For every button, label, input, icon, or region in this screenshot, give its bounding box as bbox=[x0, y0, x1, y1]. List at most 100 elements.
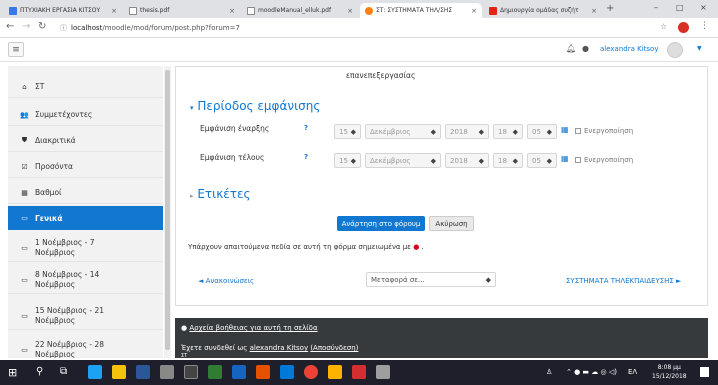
sidebar-item-week-1[interactable]: ▭ 1 Νοέμβριος - 7 Νοέμβριος bbox=[8, 234, 163, 262]
pdf-icon bbox=[247, 6, 255, 15]
end-enable-checkbox[interactable]: Ενεργοποίηση bbox=[575, 156, 633, 164]
page-footer: ● Αρχεία βοήθειας για αυτή τη σελίδα Έχε… bbox=[175, 318, 708, 359]
amazon-icon[interactable] bbox=[184, 365, 198, 379]
end-year-select[interactable]: 2018 ◆ bbox=[445, 153, 489, 168]
pdf-icon bbox=[129, 6, 137, 15]
app-icon[interactable] bbox=[208, 365, 222, 379]
tray-icons[interactable]: ⌃ ● ▬ ☁ ◎ ◁) bbox=[566, 368, 617, 376]
notifications-icon[interactable] bbox=[700, 367, 709, 377]
edge-icon[interactable] bbox=[88, 365, 102, 379]
browser-tab-youtube[interactable]: Δημιουργία ομάδας συζήτ × bbox=[484, 3, 602, 18]
browser-tab-thesis-doc[interactable]: ΠΤΥΧΙΑΚΗ ΕΡΓΑΣΙΑ ΚΙΤΣΟΥ × bbox=[4, 3, 122, 18]
site-navbar: ≡ 🔔︎ ● alexandra Kitsoy ▼ bbox=[0, 38, 718, 62]
windows-start-icon[interactable]: ⊞ bbox=[8, 366, 17, 379]
sidebar-item-competencies[interactable]: ☑ Προσόντα bbox=[8, 156, 163, 178]
browser-tab-forum-active[interactable]: ΣΤ: ΣΥΣΤΗΜΑΤΑ ΤΗΛ/ΣΗΣ × bbox=[360, 3, 482, 18]
browser-tab-moodle-manual[interactable]: moodleManual_elluk.pdf × bbox=[242, 3, 358, 18]
help-docs-link[interactable]: ● Αρχεία βοήθειας για αυτή τη σελίδα bbox=[181, 324, 318, 332]
checkbox-icon: ☑ bbox=[21, 162, 28, 171]
docs-icon bbox=[9, 6, 17, 15]
file-explorer-icon[interactable] bbox=[328, 365, 342, 379]
bell-icon[interactable]: 🔔︎ bbox=[566, 44, 576, 53]
tags-section-header[interactable]: ▸ Ετικέτες bbox=[190, 187, 251, 201]
sidebar-item-course[interactable]: ⌂ ΣΤ bbox=[8, 76, 163, 98]
new-tab-button[interactable]: + bbox=[606, 3, 614, 14]
maximize-icon[interactable]: □ bbox=[676, 3, 684, 12]
sidebar-item-week-4[interactable]: ▭ 22 Νοέμβριος - 28 Νοέμβριος bbox=[8, 336, 163, 358]
word-icon[interactable] bbox=[136, 365, 150, 379]
window-close-icon[interactable]: × bbox=[700, 3, 707, 12]
address-bar-row: ← → ↻ ⓘ localhost/moodle/mod/forum/post.… bbox=[0, 18, 718, 38]
help-icon[interactable]: ? bbox=[304, 124, 308, 132]
sidebar-scrollbar-thumb[interactable] bbox=[165, 70, 170, 350]
chevron-down-icon: ▾ bbox=[190, 104, 194, 112]
post-form: επανεπεξεργασίας ▾ Περίοδος εμφάνισης Εμ… bbox=[175, 66, 708, 306]
url-field[interactable]: ⓘ localhost/moodle/mod/forum/post.php?fo… bbox=[60, 21, 600, 35]
calendar-icon[interactable]: ▦ bbox=[561, 125, 569, 134]
close-tab-icon[interactable]: × bbox=[107, 7, 117, 15]
sidebar-item-badges[interactable]: ⛊ Διακριτικά bbox=[8, 130, 163, 152]
app-icon[interactable] bbox=[280, 365, 294, 379]
close-tab-icon[interactable]: × bbox=[343, 7, 353, 15]
app-icon[interactable] bbox=[160, 365, 174, 379]
pen-icon[interactable] bbox=[376, 365, 390, 379]
start-enable-checkbox[interactable]: Ενεργοποίηση bbox=[575, 127, 633, 135]
task-view-icon[interactable]: ⧉ bbox=[60, 366, 67, 377]
mail-icon[interactable] bbox=[232, 365, 246, 379]
close-tab-icon[interactable]: × bbox=[225, 7, 235, 15]
sidebar-item-general[interactable]: ▭ Γενικά bbox=[8, 206, 163, 230]
shield-icon: ⛊ bbox=[21, 136, 28, 144]
star-icon[interactable]: ☆ bbox=[660, 22, 667, 31]
search-icon[interactable]: ⚲ bbox=[36, 366, 43, 377]
user-menu-name[interactable]: alexandra Kitsoy bbox=[600, 45, 658, 53]
extension-icon[interactable] bbox=[678, 22, 689, 33]
browser-menu-icon[interactable]: ⋮ bbox=[700, 21, 709, 31]
hamburger-icon[interactable]: ≡ bbox=[8, 42, 24, 57]
chevron-down-icon[interactable]: ▼ bbox=[697, 45, 702, 52]
browser-tab-thesis-pdf[interactable]: thesis.pdf × bbox=[124, 3, 240, 18]
sidebar-item-week-2[interactable]: ▭ 8 Νοέμβριος - 14 Νοέμβριος bbox=[8, 266, 163, 294]
minimize-icon[interactable]: – bbox=[654, 3, 658, 12]
language-indicator[interactable]: ΕΛ bbox=[628, 368, 637, 376]
back-icon[interactable]: ← bbox=[6, 21, 14, 32]
sidebar-item-week-3[interactable]: ▭ 15 Νοέμβριος - 21 Νοέμβριος bbox=[8, 302, 163, 330]
required-fields-note: Υπάρχουν απαιτούμενα πεδία σε αυτή τη φό… bbox=[188, 243, 424, 251]
app-icon[interactable] bbox=[352, 365, 366, 379]
avatar[interactable] bbox=[667, 42, 683, 58]
chat-icon[interactable]: ● bbox=[582, 44, 589, 53]
previous-activity-link[interactable]: ◄ Ανακοινώσεις bbox=[198, 277, 254, 285]
course-sidebar: ⌂ ΣΤ 👥 Συμμετέχοντες ⛊ Διακριτικά ☑ Προσ… bbox=[8, 66, 163, 358]
end-day-select[interactable]: 15 ◆ bbox=[334, 153, 361, 168]
start-minute-select[interactable]: 05 ◆ bbox=[527, 124, 557, 139]
end-minute-select[interactable]: 05 ◆ bbox=[527, 153, 557, 168]
app-icon[interactable] bbox=[256, 365, 270, 379]
reload-icon[interactable]: ↻ bbox=[38, 21, 46, 32]
display-end-label: Εμφάνιση τέλους bbox=[200, 153, 265, 162]
store-icon[interactable] bbox=[112, 365, 126, 379]
start-month-select[interactable]: Δεκέμβριος ◆ bbox=[365, 124, 441, 139]
start-hour-select[interactable]: 18 ◆ bbox=[493, 124, 523, 139]
next-activity-link[interactable]: ΣΥΣΤΗΜΑΤΑ ΤΗΛΕΚΠΑΙΔΕΥΣΗΣ ► bbox=[566, 277, 681, 285]
profile-link[interactable]: alexandra Kitsoy bbox=[250, 344, 308, 352]
jump-to-select[interactable]: Μεταφορά σε... ◆ bbox=[366, 272, 496, 287]
sidebar-item-grades[interactable]: ▦ Βαθμοί bbox=[8, 182, 163, 204]
calendar-icon[interactable]: ▦ bbox=[561, 154, 569, 163]
footer-course: ΣΤ bbox=[181, 353, 188, 359]
sidebar-item-participants[interactable]: 👥 Συμμετέχοντες bbox=[8, 104, 163, 126]
table-icon: ▦ bbox=[21, 188, 28, 197]
end-hour-select[interactable]: 18 ◆ bbox=[493, 153, 523, 168]
close-tab-icon[interactable]: × bbox=[587, 7, 597, 15]
start-day-select[interactable]: 15 ◆ bbox=[334, 124, 361, 139]
clock[interactable]: 8:08 μμ 15/12/2018 bbox=[652, 363, 687, 381]
start-year-select[interactable]: 2018 ◆ bbox=[445, 124, 489, 139]
post-to-forum-button[interactable]: Ανάρτηση στο φόρουμ bbox=[337, 216, 425, 231]
help-icon[interactable]: ? bbox=[304, 153, 308, 161]
forward-icon[interactable]: → bbox=[22, 21, 30, 32]
display-period-section-header[interactable]: ▾ Περίοδος εμφάνισης bbox=[190, 99, 320, 113]
logout-link[interactable]: (Αποσύνδεση) bbox=[310, 344, 358, 352]
close-tab-icon[interactable]: × bbox=[467, 7, 477, 15]
cancel-button[interactable]: Ακύρωση bbox=[429, 216, 474, 231]
end-month-select[interactable]: Δεκέμβριος ◆ bbox=[365, 153, 441, 168]
chrome-icon[interactable] bbox=[304, 365, 318, 379]
people-icon[interactable]: ♙ bbox=[546, 368, 552, 376]
